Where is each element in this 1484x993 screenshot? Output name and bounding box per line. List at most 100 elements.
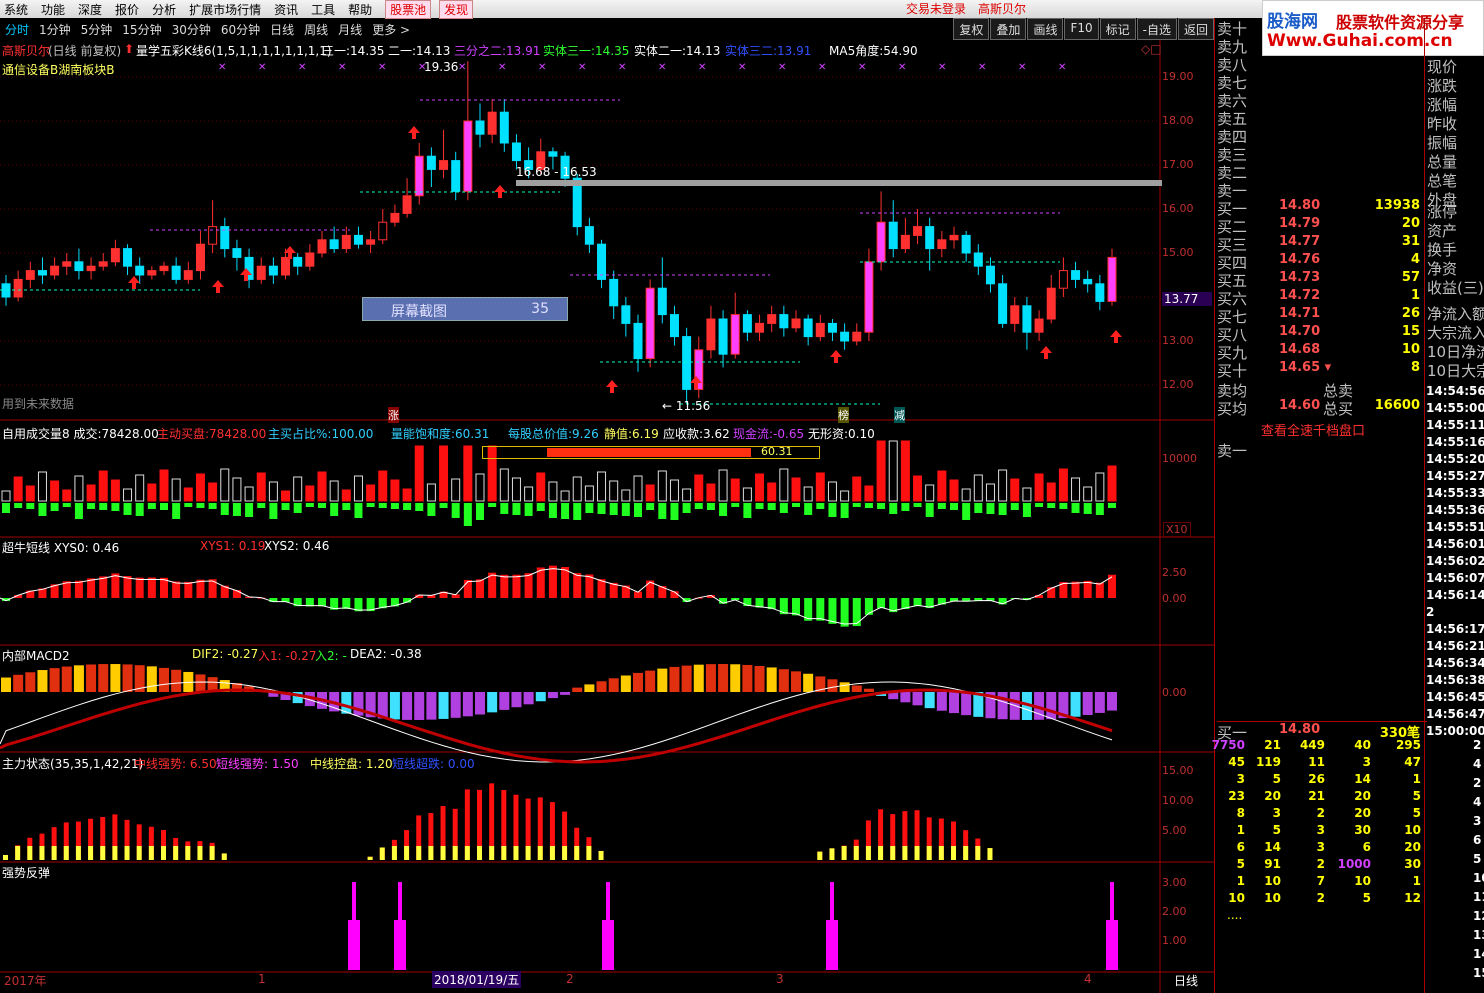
queue-cell: 11 [1308,755,1325,769]
quote-field-label: 大宗流入 [1427,324,1484,342]
volume-sub-bar [646,503,655,510]
range-label: 16.68 - 16.53 [516,165,597,179]
ma5-angle-label: MA5角度: [829,44,884,58]
date-month-4: 4 [1084,972,1092,986]
date-month-2: 2 [566,972,574,986]
force-sub-bar [926,846,932,860]
overlay-button[interactable]: 叠加 [990,18,1027,40]
discover-button[interactable]: 发现 [439,0,474,19]
menu-quote[interactable]: 报价 [111,1,148,18]
candle-body [62,261,72,267]
bull-bar [74,580,83,598]
mark-button[interactable]: 标记 [1099,18,1136,40]
volume-bar [98,470,108,502]
menu-depth[interactable]: 深度 [74,1,111,18]
period-tab-60m[interactable]: 60分钟 [216,21,265,38]
macd-dif: -0.27 [227,647,259,661]
buy-level-volume: 4 [1410,252,1420,267]
stock-pool-button[interactable]: 股票池 [385,0,432,19]
draw-line-button[interactable]: 画线 [1027,18,1064,40]
candle-body [949,234,959,241]
tick-time: 14:55:33 [1426,486,1484,500]
period-tab-15m[interactable]: 15分钟 [117,21,166,38]
period-tab-30m[interactable]: 30分钟 [167,21,216,38]
force-sub-bar [367,856,373,860]
period-tab-week[interactable]: 周线 [299,21,333,38]
fq-button[interactable]: 复权 [953,18,990,40]
cross-mark: ✕ [818,62,826,73]
bull-xys0-label: XYS0: [53,541,89,555]
volume-bar [609,480,619,502]
volume-bar [1071,477,1081,502]
menu-analysis[interactable]: 分析 [148,1,185,18]
period-tab-more[interactable]: 更多 > [367,21,415,38]
screenshot-num: 35 [531,301,549,317]
macd-r2-label: 入2: [315,649,339,663]
force-sub-bar [817,851,823,860]
menu-function[interactable]: 功能 [37,1,74,18]
menu-help[interactable]: 帮助 [344,1,381,18]
menu-system[interactable]: 系统 [0,1,37,18]
volume-bar [840,490,850,502]
queue-cell: 1000 [1337,857,1371,871]
buy-level-price: 14.76 [1279,252,1321,267]
menu-news[interactable]: 资讯 [270,1,307,18]
period-tab-1m[interactable]: 1分钟 [34,21,76,38]
period-tab-month[interactable]: 月线 [333,21,367,38]
macd-bar [1,677,11,692]
date-month-3: 3 [776,972,784,986]
period-tab-5m[interactable]: 5分钟 [76,21,118,38]
volume-sub-bar [658,503,667,519]
period-label[interactable]: 日线 [1174,972,1198,989]
tick-time: 14:56:01 [1426,537,1484,551]
candle-body [329,239,339,250]
bull-bar [111,573,120,598]
volume-sub-bar [609,503,618,515]
diamond-icon[interactable]: ◇□ [1141,42,1162,56]
tick-time: 14:54:56 [1426,384,1484,398]
red-up-arrow-icon [1040,346,1052,359]
full-depth-link[interactable]: 查看全速千档盘口 [1261,420,1365,439]
volume-bar [475,473,485,502]
tick-count: 15 [1473,966,1484,980]
queue-cell: 8 [1236,806,1245,820]
force-sub-bar [938,846,944,860]
force-title: 主力状态(35,35,1,42,21) [2,757,144,771]
rebound-title: 强势反弹 [2,866,51,880]
self-select-button[interactable]: -自选 [1136,18,1177,40]
queue-cell: 21 [1264,738,1281,752]
high-price-label: 19.36 [424,60,459,74]
tick-count: 4 [1473,795,1482,809]
quote-field-label: 总量 [1427,153,1458,171]
candle-body [779,314,789,329]
volume-bar [50,480,60,502]
candle-body [633,322,643,360]
period-tab-day[interactable]: 日线 [265,21,299,38]
buy-level-price: 14.65 ▾ [1279,360,1332,375]
rebound-bar [1106,920,1118,970]
screenshot-tooltip[interactable]: 屏幕截图 35 [362,297,568,321]
macd-bar [511,692,522,708]
volume-sub-bar [974,503,983,513]
menu-tools[interactable]: 工具 [307,1,344,18]
candle-body [499,111,509,144]
kline-chart-area[interactable]: ✕ ✕ ✕ ✕ ✕ ✕ ✕ ✕ ✕ ✕ ✕ ✕ ✕ ✕ ✕ ✕ ✕ ✕ ✕ ✕ ✕ ✕ [0,40,1214,993]
macd-bar [1070,692,1081,717]
candle-body [864,261,874,333]
volume-bar [536,472,546,502]
volume-sub-bar [403,503,412,510]
queue-cell: 10 [1264,891,1281,905]
volume-sub-bar [99,503,108,510]
macd-bar [159,667,169,692]
f10-button[interactable]: F10 [1064,18,1099,40]
login-status[interactable]: 交易未登录 [906,0,966,17]
back-button[interactable]: 返回 [1177,18,1214,40]
candle-body [621,305,631,324]
volume-sub-bar [670,503,679,520]
menu-ext-market[interactable]: 扩展市场行情 [185,1,270,18]
period-tab-minute[interactable]: 分时 [0,21,34,38]
volume-bar [779,468,789,502]
macd-bar [924,692,935,709]
cross-mark: ✕ [298,62,306,73]
red-up-arrow-icon [408,126,420,139]
